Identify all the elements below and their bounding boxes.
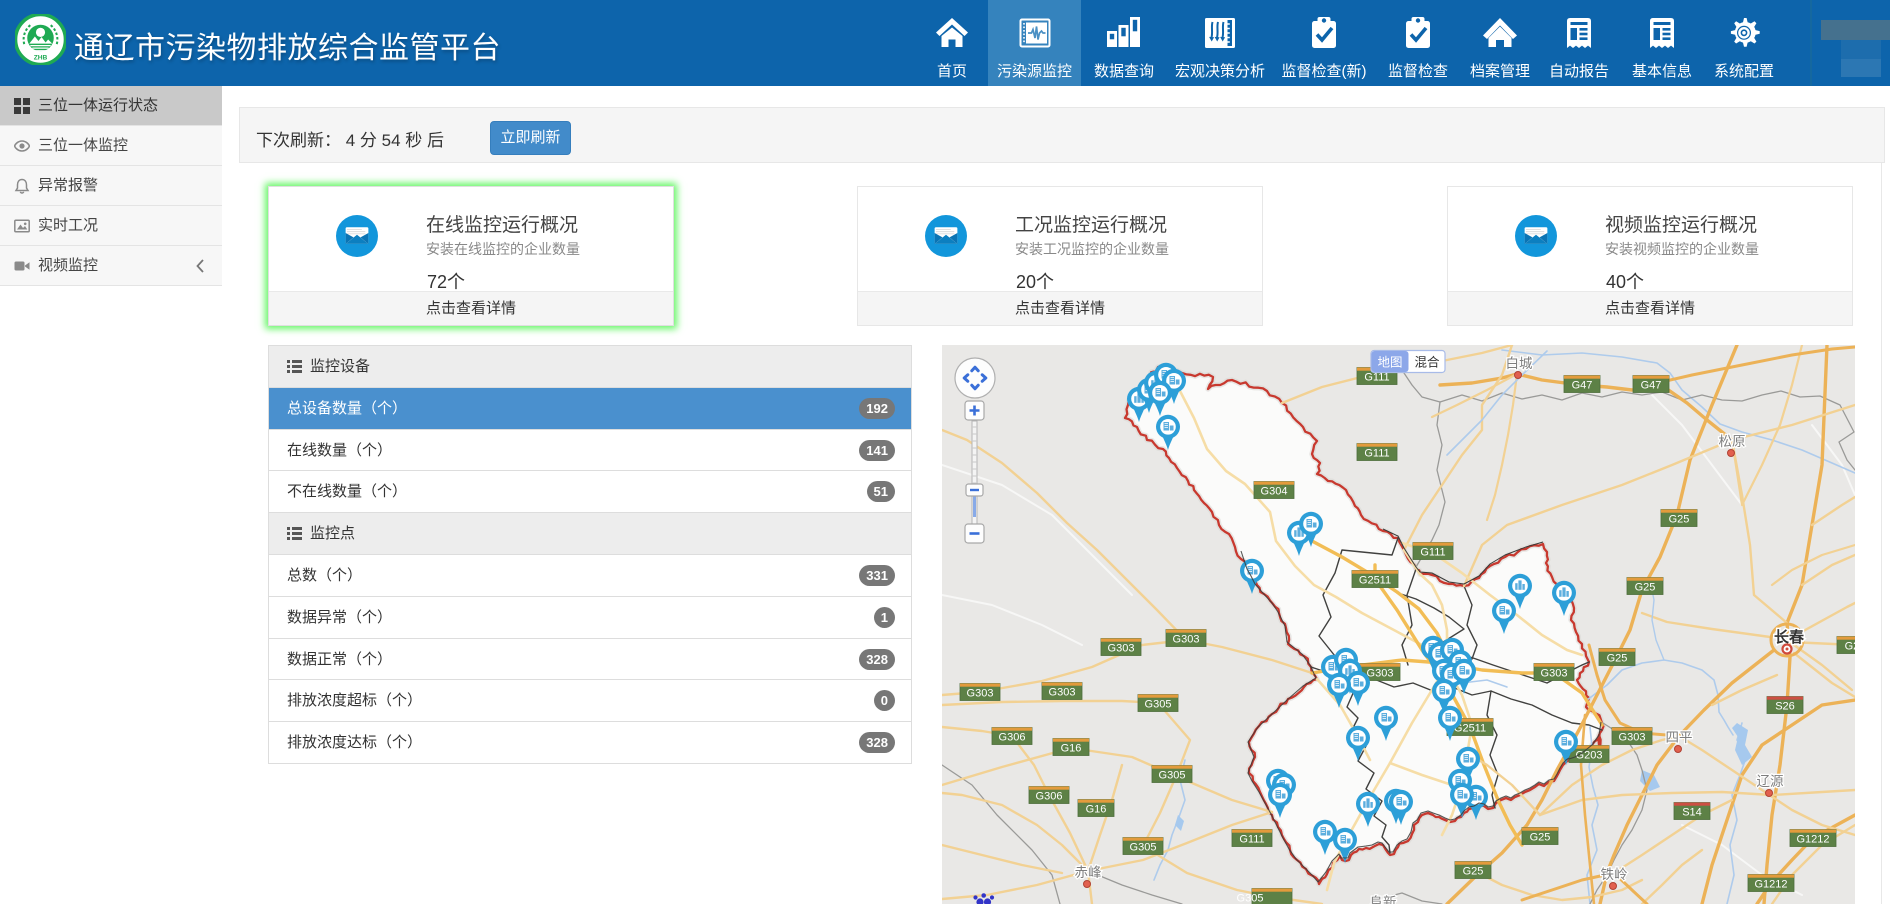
svg-text:G303: G303 [1049,687,1076,699]
svg-text:G25: G25 [1635,582,1656,594]
svg-text:G111: G111 [1364,372,1389,384]
svg-text:四平: 四平 [1666,730,1693,745]
svg-text:地图: 地图 [1377,356,1402,370]
svg-text:阜新: 阜新 [1370,894,1397,904]
svg-text:混合: 混合 [1414,355,1440,370]
svg-text:G303: G303 [1619,732,1646,744]
svg-text:G305: G305 [1159,770,1186,782]
svg-text:长春: 长春 [1774,628,1804,646]
svg-text:G303: G303 [1541,668,1568,680]
svg-text:G1212: G1212 [1754,879,1787,891]
svg-text:G306: G306 [1036,791,1063,803]
svg-text:ZHB: ZHB [34,54,48,61]
svg-text:G303: G303 [1367,668,1394,680]
svg-text:G47: G47 [1641,380,1662,392]
svg-text:G1212: G1212 [1796,834,1829,846]
svg-text:G16: G16 [1086,804,1107,816]
svg-text:G47: G47 [1572,380,1593,392]
svg-text:G25: G25 [1845,641,1855,653]
svg-text:G303: G303 [1108,643,1135,655]
svg-text:S26: S26 [1775,701,1795,713]
svg-text:辽源: 辽源 [1757,774,1785,789]
svg-text:G303: G303 [1173,634,1200,646]
svg-text:G305: G305 [1145,699,1172,711]
svg-text:白城: 白城 [1506,356,1534,371]
svg-text:G111: G111 [1239,834,1264,846]
svg-text:铁岭: 铁岭 [1601,867,1628,882]
svg-text:G25: G25 [1530,832,1551,844]
svg-text:G25: G25 [1607,653,1628,665]
svg-text:G111: G111 [1364,448,1389,460]
svg-text:G305: G305 [1130,842,1157,854]
svg-text:G303: G303 [967,688,994,700]
svg-text:G305: G305 [1237,893,1264,904]
svg-text:G203: G203 [1576,750,1603,762]
svg-text:G111: G111 [1420,547,1445,559]
svg-text:S14: S14 [1682,807,1702,819]
svg-text:G25: G25 [1463,866,1484,878]
svg-text:G25: G25 [1669,514,1690,526]
svg-text:G304: G304 [1261,486,1288,498]
svg-text:G306: G306 [999,732,1026,744]
svg-text:赤峰: 赤峰 [1075,865,1103,880]
svg-text:G2511: G2511 [1359,575,1391,587]
svg-text:松原: 松原 [1719,434,1746,449]
svg-text:G16: G16 [1061,743,1082,755]
